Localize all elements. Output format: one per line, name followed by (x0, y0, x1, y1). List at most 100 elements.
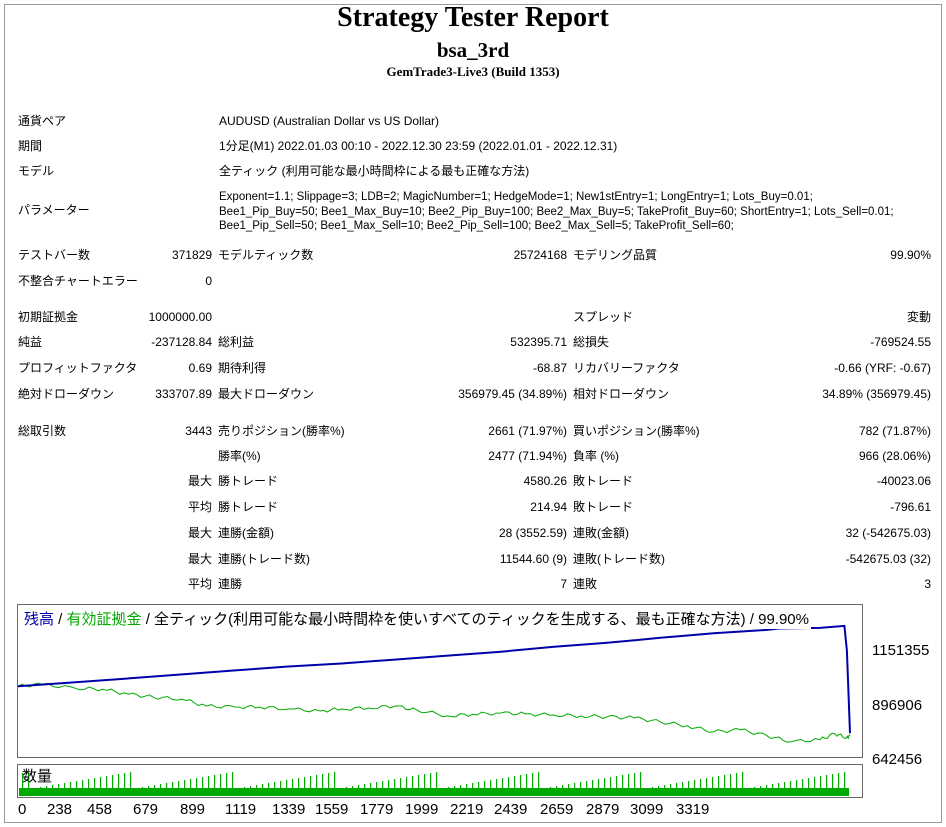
volume-bar (508, 777, 510, 796)
volume-bar (808, 778, 810, 796)
volume-bar (694, 780, 696, 796)
volume-bar (424, 774, 426, 796)
volume-bar (316, 775, 318, 796)
volume-bar (472, 783, 474, 796)
volume-bar (184, 780, 186, 796)
volume-bar (40, 787, 42, 796)
volume-bar (844, 772, 846, 796)
volume-bar (166, 783, 168, 796)
volume-bar (610, 777, 612, 796)
volume-bar (454, 786, 456, 796)
volume-bar (826, 775, 828, 796)
volume-bar (418, 775, 420, 796)
volume-bar (226, 773, 228, 796)
balance-line (17, 624, 851, 734)
volume-bar (238, 788, 240, 796)
volume-bar (706, 778, 708, 796)
volume-bar (346, 787, 348, 796)
volume-label: 数量 (22, 768, 53, 785)
volume-bar (820, 776, 822, 796)
volume-bar (790, 781, 792, 796)
volume-bar (760, 786, 762, 796)
volume-bar (250, 786, 252, 796)
volume-bar (700, 779, 702, 796)
volume-bar (514, 776, 516, 796)
volume-bar (724, 775, 726, 796)
volume-bar (730, 774, 732, 796)
volume-bar (394, 779, 396, 796)
volume-bar (154, 785, 156, 796)
volume-bar (58, 784, 60, 796)
volume-bar (76, 781, 78, 796)
volume-bar (298, 778, 300, 796)
volume-bar (124, 773, 126, 796)
volume-bar (772, 784, 774, 796)
volume-bar (634, 773, 636, 796)
volume-bar (436, 772, 438, 796)
volume-bar (244, 787, 246, 796)
volume-bar (52, 785, 54, 796)
volume-bar (196, 778, 198, 796)
volume-bar (100, 777, 102, 796)
volume-bar (232, 772, 234, 796)
volume-bar (82, 780, 84, 796)
volume-bar (802, 779, 804, 796)
volume-bar (280, 781, 282, 796)
volume-bar (496, 779, 498, 796)
volume-bar (208, 776, 210, 796)
volume-bar (382, 781, 384, 796)
volume-bar (466, 784, 468, 796)
volume-bar (94, 778, 96, 796)
volume-bar (640, 772, 642, 796)
volume-bar (376, 782, 378, 796)
volume-bar (622, 775, 624, 796)
volume-bar (490, 780, 492, 796)
volume-bar (70, 782, 72, 796)
volume-bar (520, 775, 522, 796)
volume-bar (814, 777, 816, 796)
volume-bar (748, 788, 750, 796)
volume-bar (544, 788, 546, 796)
volume-bar (628, 774, 630, 796)
volume-bar (556, 786, 558, 796)
volume-bar (658, 786, 660, 796)
volume-bar (322, 774, 324, 796)
volume-bar (460, 785, 462, 796)
volume-bar (718, 776, 720, 796)
volume-bar (364, 784, 366, 796)
volume-bar (190, 779, 192, 796)
chart-legend: 残高 / 有効証拠金 / 全ティック(利用可能な最小時間枠を使いすべてのティック… (24, 608, 811, 629)
legend-sep: / (54, 611, 67, 628)
volume-bar (778, 783, 780, 796)
volume-bar (148, 786, 150, 796)
volume-bar (352, 786, 354, 796)
volume-bar (268, 783, 270, 796)
volume-bar (562, 785, 564, 796)
volume-bar (172, 782, 174, 796)
volume-bar (742, 772, 744, 796)
volume-bar (574, 783, 576, 796)
volume-bar (586, 781, 588, 796)
legend-balance: 残高 (24, 611, 55, 628)
volume-bar (106, 776, 108, 796)
volume-bar (274, 782, 276, 796)
volume-bar (532, 773, 534, 796)
volume-bar (220, 774, 222, 796)
volume-bar (478, 782, 480, 796)
volume-bar (598, 779, 600, 796)
volume-bar (784, 782, 786, 796)
volume-bar (484, 781, 486, 796)
volume-bar (88, 779, 90, 796)
volume-bar (112, 775, 114, 796)
volume-bar (646, 788, 648, 796)
volume-bar (334, 772, 336, 796)
volume-bar (160, 784, 162, 796)
volume-bar (664, 785, 666, 796)
volume-bar (838, 773, 840, 796)
volume-bar (796, 780, 798, 796)
volume-bar (592, 780, 594, 796)
equity-line (17, 682, 851, 743)
volume-bar (310, 776, 312, 796)
volume-bar (214, 775, 216, 796)
volume-bar (202, 777, 204, 796)
